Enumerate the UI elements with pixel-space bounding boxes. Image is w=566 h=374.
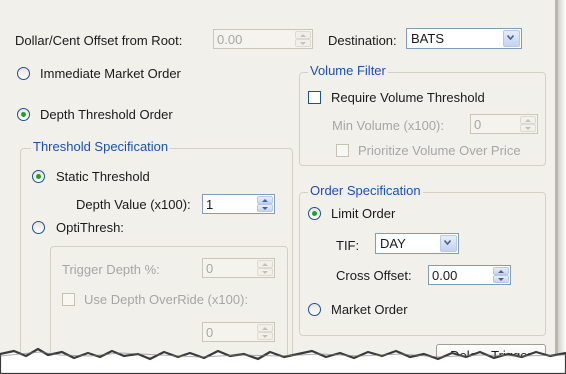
cross-offset-increment-button[interactable] bbox=[493, 267, 509, 275]
arrow-up-icon bbox=[525, 119, 531, 122]
depth-threshold-order-label: Depth Threshold Order bbox=[40, 107, 173, 122]
use-depth-override-checkbox[interactable] bbox=[62, 293, 75, 306]
cross-offset-decrement-button[interactable] bbox=[493, 275, 509, 283]
destination-value: BATS bbox=[411, 31, 444, 46]
cross-offset-spinner[interactable]: 0.00 bbox=[428, 265, 511, 285]
cross-offset-label: Cross Offset: bbox=[336, 268, 412, 283]
depth-override-increment-button[interactable] bbox=[257, 324, 273, 332]
tif-dropdown-button[interactable] bbox=[440, 235, 457, 252]
limit-order-radio[interactable] bbox=[308, 207, 321, 220]
trigger-depth-value: 0 bbox=[206, 261, 214, 276]
arrow-down-icon bbox=[300, 42, 306, 45]
tif-label: TIF: bbox=[336, 238, 360, 253]
offset-decrement-button[interactable] bbox=[295, 39, 311, 47]
prioritize-volume-label: Prioritize Volume Over Price bbox=[358, 143, 521, 158]
offset-label: Dollar/Cent Offset from Root: bbox=[15, 33, 183, 48]
trigger-depth-label: Trigger Depth %: bbox=[62, 262, 160, 277]
cross-offset-value: 0.00 bbox=[432, 268, 458, 283]
arrow-up-icon bbox=[262, 199, 268, 202]
destination-label: Destination: bbox=[328, 33, 397, 48]
order-specification-title: Order Specification bbox=[308, 183, 423, 198]
threshold-specification-title: Threshold Specification bbox=[31, 139, 171, 154]
arrow-down-icon bbox=[262, 207, 268, 210]
static-threshold-radio[interactable] bbox=[32, 170, 45, 183]
immediate-market-order-label: Immediate Market Order bbox=[40, 66, 181, 81]
chevron-down-icon bbox=[507, 34, 514, 41]
chevron-down-icon bbox=[444, 239, 451, 246]
min-volume-value: 0 bbox=[474, 117, 482, 132]
static-threshold-label: Static Threshold bbox=[56, 169, 150, 184]
market-order-radio[interactable] bbox=[308, 303, 321, 316]
min-volume-label: Min Volume (x100): bbox=[332, 118, 444, 133]
tif-select[interactable]: DAY bbox=[375, 233, 459, 254]
require-volume-threshold-label: Require Volume Threshold bbox=[331, 90, 485, 105]
destination-select[interactable]: BATS bbox=[406, 28, 522, 49]
trigger-depth-spinner[interactable]: 0 bbox=[202, 258, 275, 278]
arrow-up-icon bbox=[300, 34, 306, 37]
torn-edge-decoration bbox=[0, 347, 566, 374]
volume-filter-title: Volume Filter bbox=[308, 63, 388, 78]
tif-value: DAY bbox=[380, 236, 406, 251]
arrow-down-icon bbox=[498, 278, 504, 281]
arrow-down-icon bbox=[262, 271, 268, 274]
min-volume-spinner[interactable]: 0 bbox=[470, 114, 538, 134]
use-depth-override-label: Use Depth OverRide (x100): bbox=[84, 292, 249, 307]
offset-spinner[interactable]: 0.00 bbox=[213, 29, 313, 49]
radio-selected-dot bbox=[21, 112, 26, 117]
radio-selected-dot bbox=[36, 174, 41, 179]
market-order-label: Market Order bbox=[331, 302, 408, 317]
depth-value: 1 bbox=[206, 197, 214, 212]
destination-dropdown-button[interactable] bbox=[503, 30, 520, 47]
offset-increment-button[interactable] bbox=[295, 31, 311, 39]
arrow-up-icon bbox=[262, 263, 268, 266]
min-volume-increment-button[interactable] bbox=[520, 116, 536, 124]
limit-order-label: Limit Order bbox=[331, 206, 396, 221]
depth-value-label: Depth Value (x100): bbox=[76, 197, 191, 212]
window-right-shadow bbox=[558, 0, 566, 374]
prioritize-volume-checkbox[interactable] bbox=[336, 144, 349, 157]
trigger-depth-decrement-button[interactable] bbox=[257, 268, 273, 276]
depth-value-decrement-button[interactable] bbox=[257, 204, 273, 212]
trigger-depth-increment-button[interactable] bbox=[257, 260, 273, 268]
depth-value-increment-button[interactable] bbox=[257, 196, 273, 204]
arrow-down-icon bbox=[525, 127, 531, 130]
depth-threshold-order-radio[interactable] bbox=[17, 108, 30, 121]
optithresh-radio[interactable] bbox=[32, 221, 45, 234]
offset-value: 0.00 bbox=[217, 32, 243, 47]
optithresh-label: OptiThresh: bbox=[56, 220, 124, 235]
immediate-market-order-radio[interactable] bbox=[17, 67, 30, 80]
radio-selected-dot bbox=[312, 211, 317, 216]
min-volume-decrement-button[interactable] bbox=[520, 124, 536, 132]
depth-value-spinner[interactable]: 1 bbox=[202, 194, 275, 214]
require-volume-threshold-checkbox[interactable] bbox=[308, 91, 321, 104]
arrow-up-icon bbox=[498, 270, 504, 273]
arrow-up-icon bbox=[262, 327, 268, 330]
